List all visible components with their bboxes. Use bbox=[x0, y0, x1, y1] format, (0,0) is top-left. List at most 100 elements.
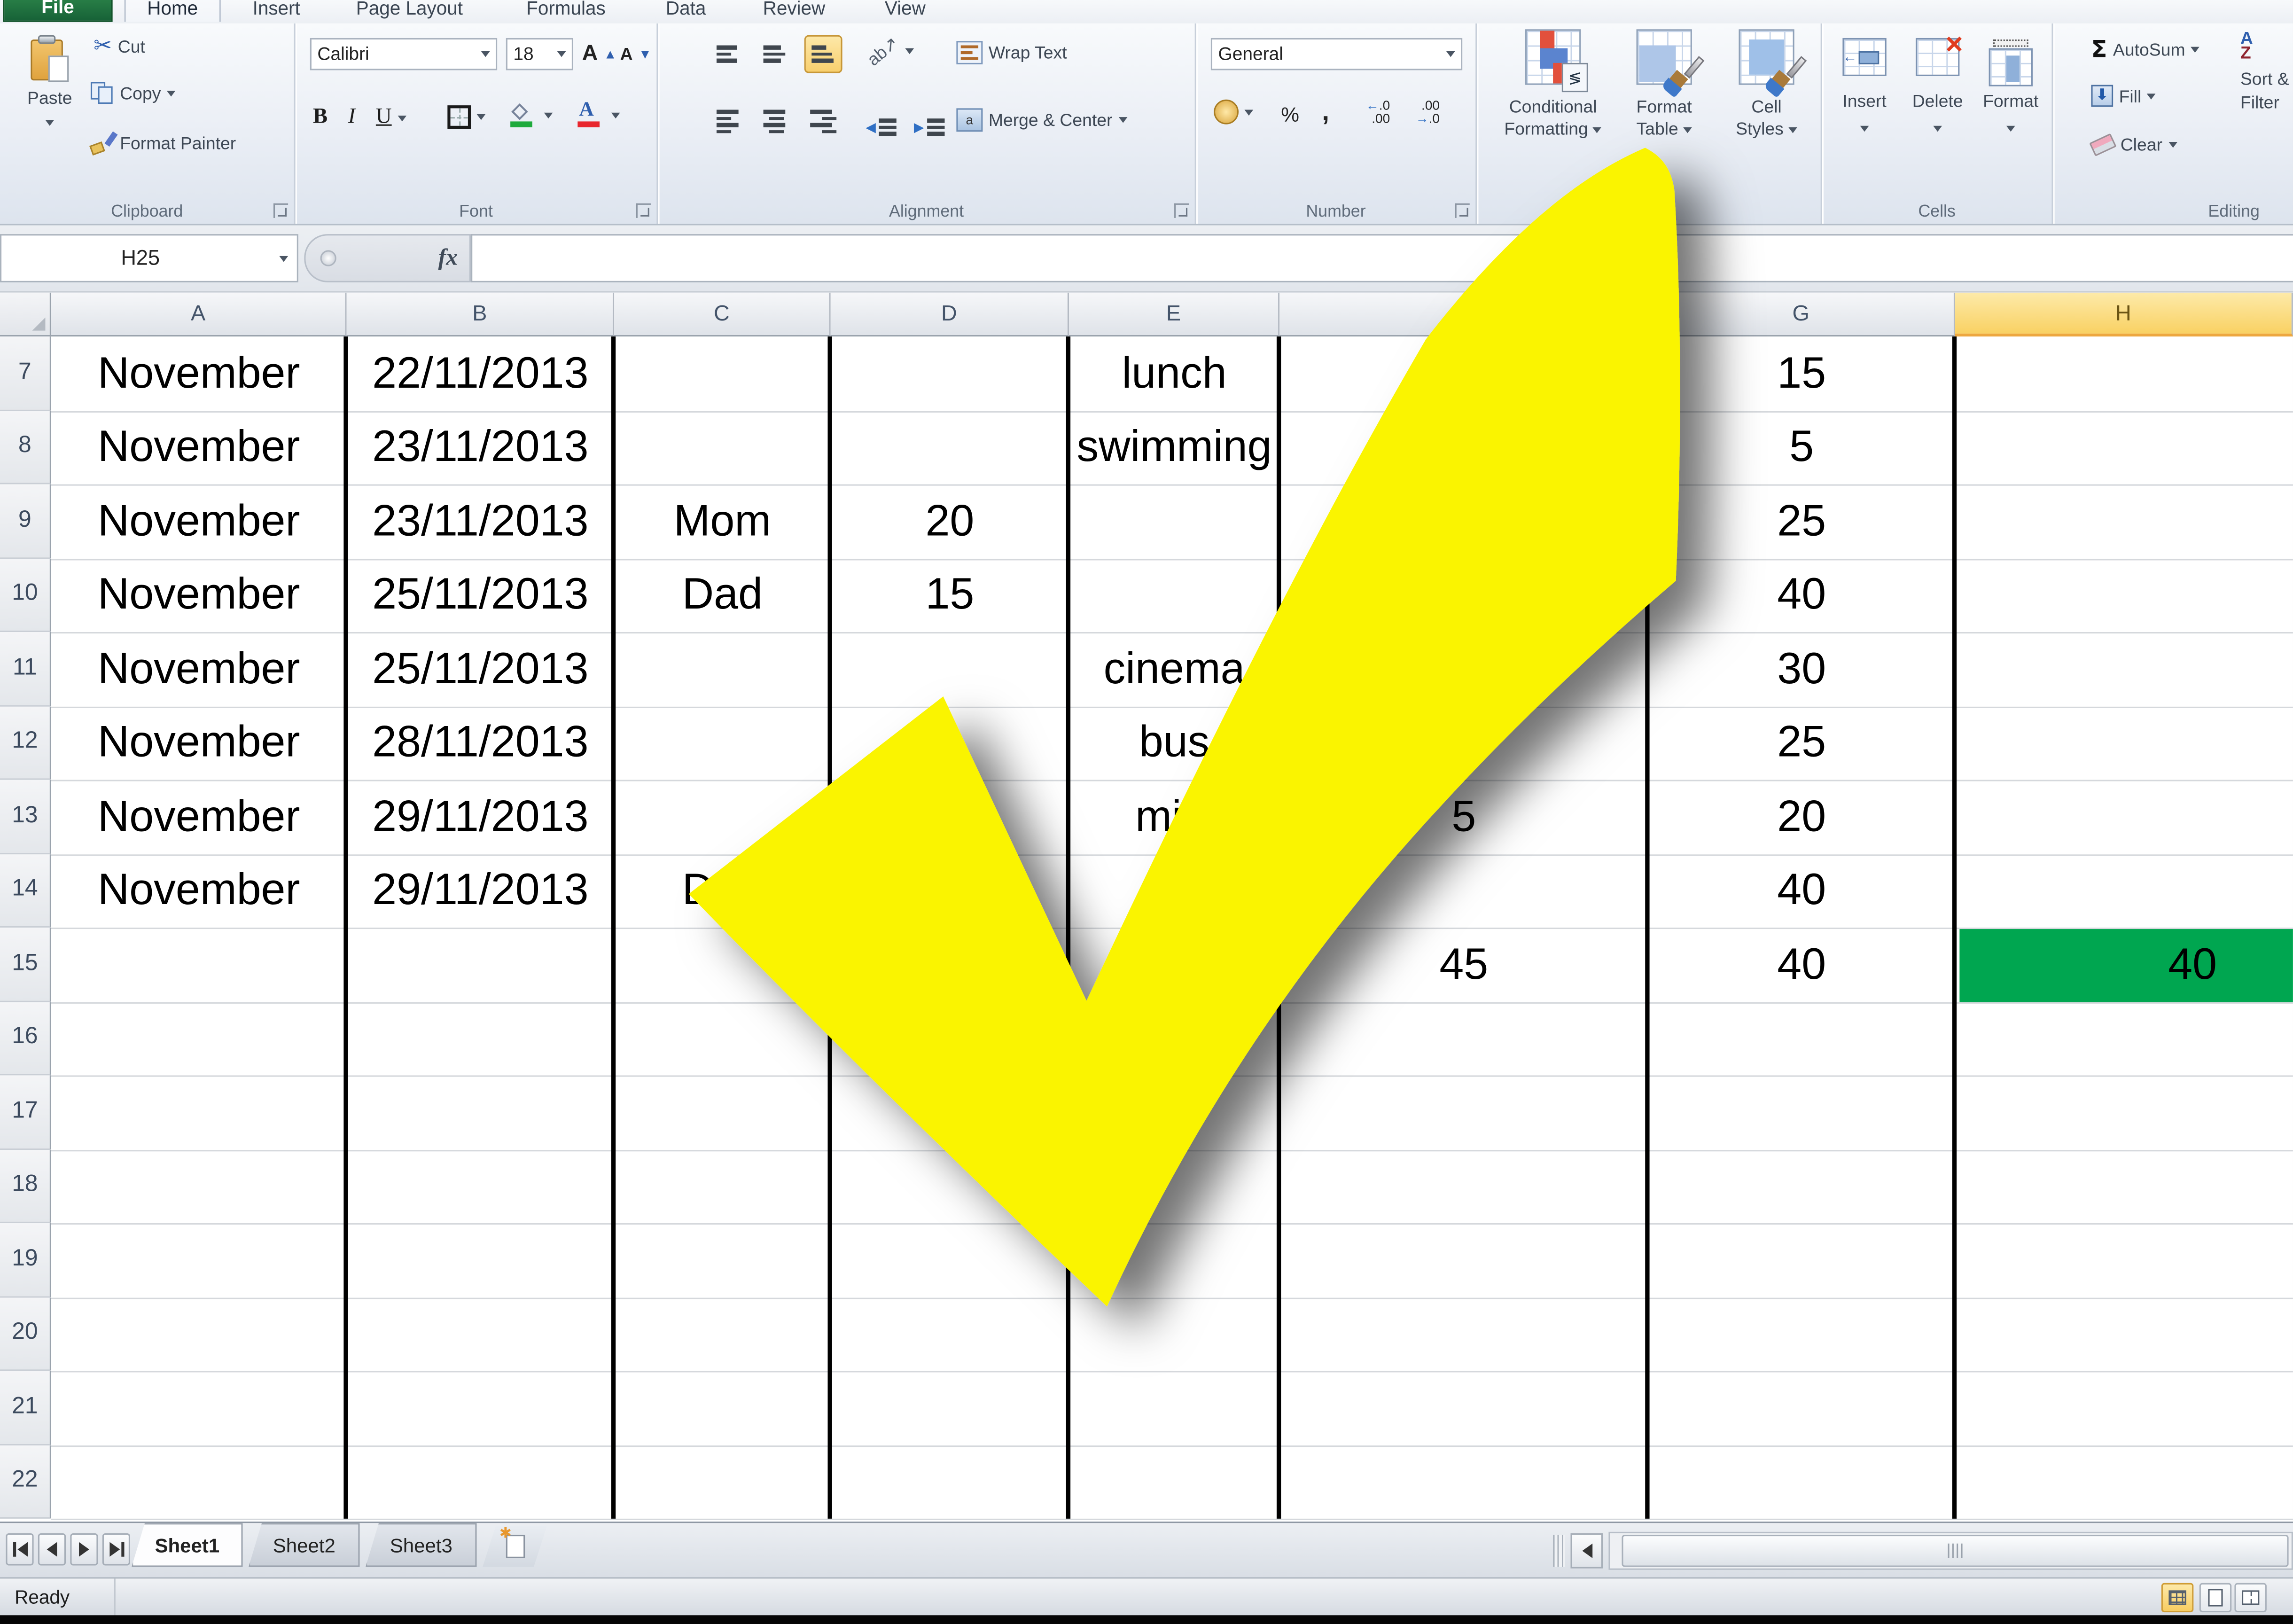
decrease-indent-button[interactable]: ◀ bbox=[866, 108, 902, 146]
clear-button[interactable]: Clear bbox=[2091, 134, 2177, 155]
cell-B14[interactable]: 29/11/2013 bbox=[347, 855, 615, 928]
accounting-format-button[interactable] bbox=[1214, 100, 1253, 125]
cell-B10[interactable]: 25/11/2013 bbox=[347, 560, 615, 632]
increase-decimal-button[interactable]: ←.0.00 bbox=[1366, 100, 1390, 127]
row-header-16[interactable]: 16 bbox=[0, 1001, 51, 1075]
cell-H15[interactable]: 40 bbox=[1959, 929, 2293, 1001]
insert-function-button[interactable]: fx bbox=[438, 245, 458, 272]
prev-sheet-button[interactable] bbox=[38, 1533, 66, 1565]
format-cells-button[interactable]: Format bbox=[1977, 38, 2044, 138]
row-header-7[interactable]: 7 bbox=[0, 336, 51, 410]
tab-view[interactable]: View bbox=[863, 0, 948, 22]
delete-cells-button[interactable]: ✕ Delete bbox=[1904, 38, 1971, 138]
cell-G14[interactable]: 40 bbox=[1648, 855, 1955, 928]
select-all-corner[interactable] bbox=[0, 293, 51, 336]
cell-B11[interactable]: 25/11/2013 bbox=[347, 633, 615, 706]
last-sheet-button[interactable] bbox=[102, 1533, 130, 1565]
format-painter-button[interactable]: Format Painter bbox=[91, 132, 236, 155]
column-header-B[interactable]: B bbox=[347, 293, 615, 336]
shrink-font-button[interactable]: A▼ bbox=[620, 44, 652, 64]
font-color-button[interactable]: A bbox=[576, 102, 620, 129]
cell-C9[interactable]: Mom bbox=[614, 486, 831, 558]
cell-B12[interactable]: 28/11/2013 bbox=[347, 707, 615, 780]
sheet-tab-Sheet1[interactable]: Sheet1 bbox=[132, 1523, 243, 1567]
tab-review[interactable]: Review bbox=[740, 0, 848, 22]
font-dialog-launcher-icon[interactable] bbox=[636, 203, 651, 218]
align-center-button[interactable] bbox=[757, 102, 796, 141]
column-header-E[interactable]: E bbox=[1069, 293, 1279, 336]
clipboard-dialog-launcher-icon[interactable] bbox=[273, 203, 288, 218]
increase-indent-button[interactable]: ▶ bbox=[914, 108, 951, 146]
italic-button[interactable]: I bbox=[348, 105, 356, 130]
cell-D9[interactable]: 20 bbox=[831, 486, 1069, 558]
column-header-D[interactable]: D bbox=[831, 293, 1069, 336]
scroll-left-button[interactable] bbox=[1571, 1533, 1603, 1569]
row-header-15[interactable]: 15 bbox=[0, 928, 51, 1001]
cell-F13[interactable]: 5 bbox=[1279, 781, 1648, 854]
insert-worksheet-button[interactable] bbox=[483, 1526, 547, 1567]
bottom-align-button[interactable] bbox=[804, 35, 842, 73]
row-header-21[interactable]: 21 bbox=[0, 1371, 51, 1444]
format-as-table-button[interactable]: Format Table bbox=[1617, 29, 1711, 141]
cell-E11[interactable]: cinema bbox=[1069, 633, 1279, 706]
name-box[interactable]: H25 bbox=[0, 234, 298, 282]
tab-data[interactable]: Data bbox=[643, 0, 728, 22]
cell-B7[interactable]: 22/11/2013 bbox=[347, 338, 615, 410]
cell-F15[interactable]: 45 bbox=[1279, 929, 1648, 1001]
row-header-10[interactable]: 10 bbox=[0, 558, 51, 632]
cell-A7[interactable]: November bbox=[51, 338, 347, 410]
align-right-button[interactable] bbox=[804, 102, 842, 141]
cell-A9[interactable]: November bbox=[51, 486, 347, 558]
font-name-combo[interactable]: Calibri bbox=[310, 38, 497, 70]
cell-A10[interactable]: November bbox=[51, 560, 347, 632]
row-header-9[interactable]: 9 bbox=[0, 484, 51, 558]
cell-E12[interactable]: bus bbox=[1069, 707, 1279, 780]
row-header-18[interactable]: 18 bbox=[0, 1149, 51, 1223]
cell-B9[interactable]: 23/11/2013 bbox=[347, 486, 615, 558]
cell-C14[interactable]: Dad bbox=[614, 855, 831, 928]
cell-G7[interactable]: 15 bbox=[1648, 338, 1955, 410]
underline-button[interactable]: U bbox=[376, 105, 392, 130]
cell-E7[interactable]: lunch bbox=[1069, 338, 1279, 410]
row-header-12[interactable]: 12 bbox=[0, 706, 51, 780]
number-dialog-launcher-icon[interactable] bbox=[1455, 203, 1470, 218]
view-page-layout-button[interactable] bbox=[2199, 1583, 2231, 1612]
conditional-formatting-button[interactable]: ≶ Conditional Formatting bbox=[1497, 29, 1609, 141]
tab-insert[interactable]: Insert bbox=[234, 0, 319, 22]
orientation-button[interactable]: ab↗ bbox=[866, 41, 914, 62]
row-header-20[interactable]: 20 bbox=[0, 1297, 51, 1371]
cell-C10[interactable]: Dad bbox=[614, 560, 831, 632]
column-header-C[interactable]: C bbox=[614, 293, 831, 336]
row-header-14[interactable]: 14 bbox=[0, 854, 51, 928]
number-format-combo[interactable]: General bbox=[1211, 38, 1462, 70]
insert-cells-button[interactable]: ← Insert bbox=[1831, 38, 1898, 138]
cell-B13[interactable]: 29/11/2013 bbox=[347, 781, 615, 854]
cell-A14[interactable]: November bbox=[51, 855, 347, 928]
grow-font-button[interactable]: A▲ bbox=[582, 41, 617, 66]
cell-D10[interactable]: 15 bbox=[831, 560, 1069, 632]
column-header-A[interactable]: A bbox=[51, 293, 347, 336]
cell-B8[interactable]: 23/11/2013 bbox=[347, 412, 615, 484]
middle-align-button[interactable] bbox=[757, 35, 796, 73]
cell-A11[interactable]: November bbox=[51, 633, 347, 706]
tab-file[interactable]: File bbox=[3, 0, 112, 22]
tab-home[interactable]: Home bbox=[125, 0, 221, 22]
row-header-13[interactable]: 13 bbox=[0, 780, 51, 853]
paste-button[interactable]: Paste bbox=[12, 35, 88, 193]
cell-G9[interactable]: 25 bbox=[1648, 486, 1955, 558]
column-header-F[interactable]: F bbox=[1279, 293, 1648, 336]
sheet-tab-Sheet3[interactable]: Sheet3 bbox=[366, 1523, 477, 1567]
row-header-11[interactable]: 11 bbox=[0, 632, 51, 706]
cell-G12[interactable]: 25 bbox=[1648, 707, 1955, 780]
tab-formulas[interactable]: Formulas bbox=[503, 0, 629, 22]
sheet-tab-Sheet2[interactable]: Sheet2 bbox=[249, 1523, 360, 1567]
column-header-G[interactable]: G bbox=[1648, 293, 1955, 336]
view-page-break-button[interactable] bbox=[2234, 1583, 2266, 1612]
top-align-button[interactable] bbox=[711, 35, 749, 73]
font-size-combo[interactable]: 18 bbox=[506, 38, 573, 70]
cell-G13[interactable]: 20 bbox=[1648, 781, 1955, 854]
merge-center-button[interactable]: a Merge & Center bbox=[956, 108, 1127, 132]
fill-button[interactable]: ⬇ Fill bbox=[2091, 85, 2156, 107]
view-normal-button[interactable] bbox=[2161, 1583, 2193, 1612]
percent-style-button[interactable]: % bbox=[1281, 102, 1299, 126]
